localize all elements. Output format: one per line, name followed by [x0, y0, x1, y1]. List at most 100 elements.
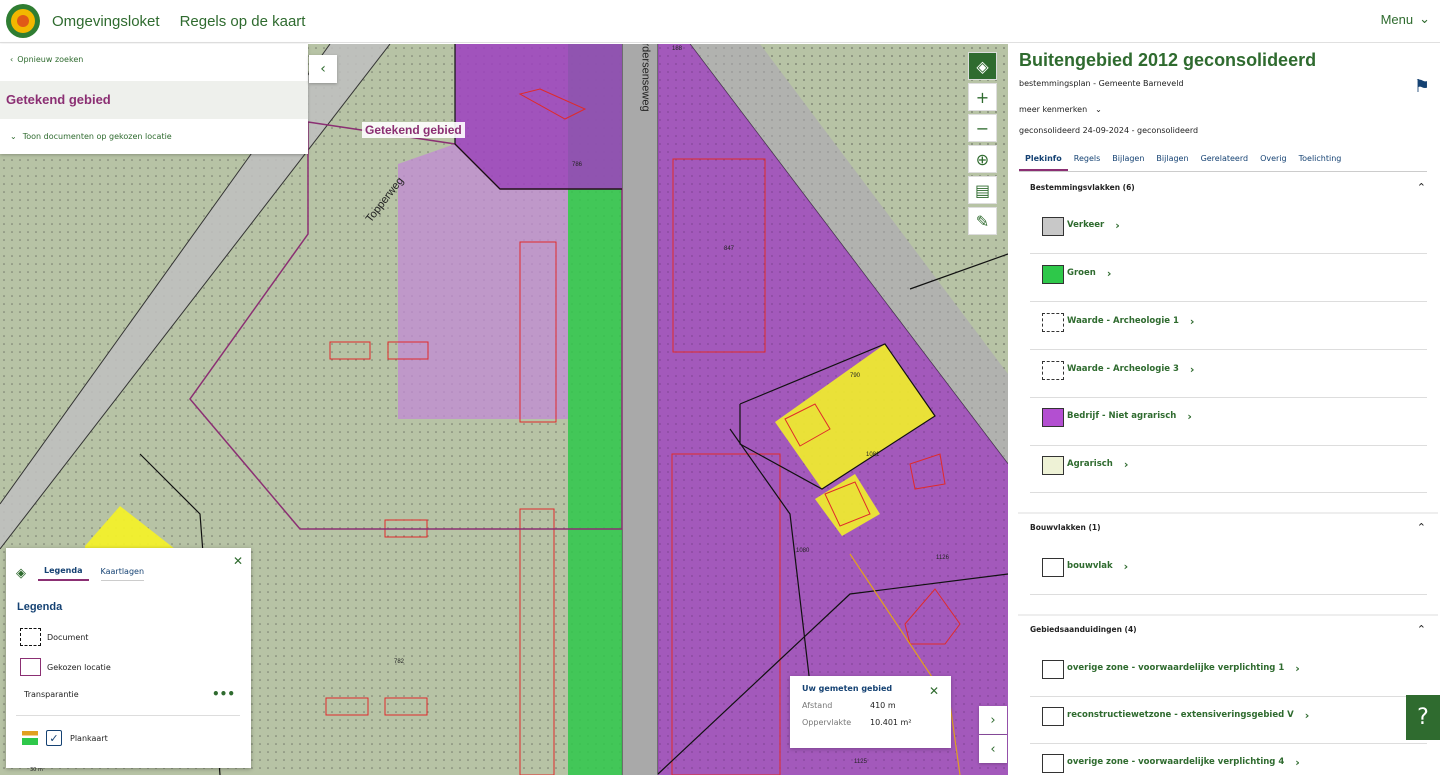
zoom-in-button[interactable]: + — [968, 83, 997, 111]
measure-button[interactable]: ▤ — [968, 176, 997, 204]
color-swatch — [1042, 707, 1064, 726]
map-toolbar: ◈ + − ⊕ ▤ ✎ — [968, 52, 998, 238]
brand-name[interactable]: Omgevingsloket — [52, 13, 160, 30]
tab-kaartlagen[interactable]: Kaartlagen — [100, 567, 145, 581]
omgevingsloket-logo[interactable] — [6, 4, 40, 38]
previous-button[interactable]: ‹ — [979, 735, 1007, 763]
plan-status: geconsolideerd 24-09-2024 - geconsolidee… — [1019, 126, 1199, 135]
section-heading[interactable]: Gebiedsaanduidingen (4) — [1030, 625, 1137, 634]
tab-bijlagen-2[interactable]: Bijlagen — [1150, 150, 1194, 171]
search-result-panel: ‹ Opnieuw zoeken Getekend gebied ⌄ Toon … — [0, 44, 308, 154]
minus-icon: − — [975, 118, 990, 138]
more-properties-toggle[interactable]: meer kenmerken ⌄ — [1019, 105, 1102, 114]
list-item[interactable]: Agrarisch › — [1042, 456, 1128, 475]
tab-legenda[interactable]: Legenda — [38, 566, 89, 581]
chevron-down-icon: ⌄ — [10, 132, 17, 141]
show-documents-label: Toon documenten op gekozen locatie — [22, 132, 172, 141]
list-item[interactable]: Waarde - Archeologie 1 › — [1042, 313, 1194, 332]
divider — [1030, 349, 1427, 350]
location-swatch — [20, 658, 41, 676]
zoom-out-button[interactable]: − — [968, 114, 997, 142]
legend-item-label: Document — [47, 632, 89, 642]
item-name: reconstructiewetzone - extensiveringsgeb… — [1067, 710, 1294, 720]
chevron-up-icon[interactable]: ⌃ — [1417, 521, 1426, 534]
list-item[interactable]: overige zone - voorwaardelijke verplicht… — [1042, 660, 1300, 679]
parcel-number: 790 — [850, 373, 861, 379]
chevron-up-icon[interactable]: ⌃ — [1417, 623, 1426, 636]
tab-toelichting[interactable]: Toelichting — [1293, 150, 1348, 171]
transparency-label: Transparantie — [24, 690, 79, 699]
section-heading[interactable]: Bouwvlakken (1) — [1030, 523, 1101, 532]
new-search-link[interactable]: ‹ Opnieuw zoeken — [10, 55, 83, 64]
help-button[interactable]: ? — [1406, 695, 1440, 740]
question-icon: ? — [1417, 705, 1429, 730]
parcel-number: 1080 — [796, 548, 810, 554]
chevron-right-icon: › — [1123, 560, 1129, 573]
page-nav-title[interactable]: Regels op de kaart — [180, 13, 306, 30]
close-icon[interactable]: ✕ — [233, 554, 243, 568]
tab-plekinfo[interactable]: Plekinfo — [1019, 150, 1068, 171]
divider — [1030, 445, 1427, 446]
chevron-down-icon: ⌄ — [1419, 11, 1430, 26]
color-swatch — [1042, 217, 1064, 236]
measurement-popup: Uw gemeten gebied ✕ Afstand 410 m Oppervl… — [790, 676, 951, 748]
area-value: 10.401 m² — [870, 718, 912, 727]
chevron-left-icon: ‹ — [320, 61, 326, 77]
legend-tabs: ◈ Legenda Kaartlagen — [16, 566, 145, 581]
list-item[interactable]: Waarde - Archeologie 3 › — [1042, 361, 1194, 380]
tab-overig[interactable]: Overig — [1254, 150, 1293, 171]
plankaart-checkbox[interactable]: ✓ — [46, 730, 62, 746]
draw-button[interactable]: ✎ — [968, 207, 997, 235]
chevron-right-icon: › — [1123, 458, 1129, 471]
divider — [1030, 397, 1427, 398]
item-name: Bedrijf - Niet agrarisch — [1067, 411, 1177, 421]
plankaart-icon — [22, 731, 38, 745]
tab-regels[interactable]: Regels — [1068, 150, 1107, 171]
layers-button[interactable]: ◈ — [968, 52, 997, 80]
drawn-area-label: Getekend gebied — [362, 122, 465, 138]
legend-item-gekozen-locatie: Gekozen locatie — [20, 658, 111, 676]
legend-item-document: Document — [20, 628, 88, 646]
legend-item-label: Gekozen locatie — [47, 662, 111, 672]
plan-subtitle: bestemmingsplan - Gemeente Barneveld — [1019, 79, 1184, 88]
ruler-icon: ▤ — [974, 180, 991, 200]
section-divider — [1018, 614, 1438, 616]
item-name: Verkeer — [1067, 220, 1105, 230]
menu-button[interactable]: Menu ⌄ — [1381, 11, 1430, 27]
close-icon[interactable]: ✕ — [929, 684, 939, 698]
chevron-up-icon[interactable]: ⌃ — [1417, 181, 1426, 194]
more-options-icon[interactable]: ••• — [212, 687, 235, 701]
item-name: Waarde - Archeologie 1 — [1067, 316, 1179, 326]
chevron-right-icon: › — [1106, 267, 1112, 280]
color-swatch — [1042, 754, 1064, 773]
locate-button[interactable]: ⊕ — [968, 145, 997, 173]
chevron-left-icon: ‹ — [10, 55, 14, 64]
map-marker-icon[interactable]: ⚑ — [1414, 76, 1430, 97]
list-item[interactable]: reconstructiewetzone - extensiveringsgeb… — [1042, 707, 1309, 726]
color-swatch — [1042, 313, 1064, 332]
color-swatch — [1042, 408, 1064, 427]
collapse-panel-button[interactable]: ‹ — [309, 55, 337, 83]
color-swatch — [1042, 660, 1064, 679]
list-item[interactable]: overige zone - voorwaardelijke verplicht… — [1042, 754, 1300, 773]
list-item[interactable]: Groen › — [1042, 265, 1111, 284]
divider — [1030, 492, 1427, 493]
item-name: overige zone - voorwaardelijke verplicht… — [1067, 663, 1285, 673]
tab-gerelateerd[interactable]: Gerelateerd — [1195, 150, 1255, 171]
layers-icon: ◈ — [16, 566, 26, 581]
distance-label: Afstand — [802, 701, 833, 710]
section-heading[interactable]: Bestemmingsvlakken (6) — [1030, 183, 1135, 192]
next-button[interactable]: › — [979, 706, 1007, 734]
plankaart-layer: ✓ Plankaart — [22, 730, 108, 746]
divider — [1030, 301, 1427, 302]
list-item[interactable]: Verkeer › — [1042, 217, 1120, 236]
list-item[interactable]: bouwvlak › — [1042, 558, 1128, 577]
chevron-right-icon: › — [1189, 363, 1195, 376]
legend-panel: ✕ ◈ Legenda Kaartlagen Legenda Document … — [6, 548, 251, 768]
show-documents-toggle[interactable]: ⌄ Toon documenten op gekozen locatie — [10, 132, 172, 141]
list-item[interactable]: Bedrijf - Niet agrarisch › — [1042, 408, 1192, 427]
divider — [1030, 594, 1427, 595]
legend-divider — [16, 715, 240, 716]
tab-bijlagen[interactable]: Bijlagen — [1106, 150, 1150, 171]
parcel-number: 188 — [672, 46, 683, 52]
